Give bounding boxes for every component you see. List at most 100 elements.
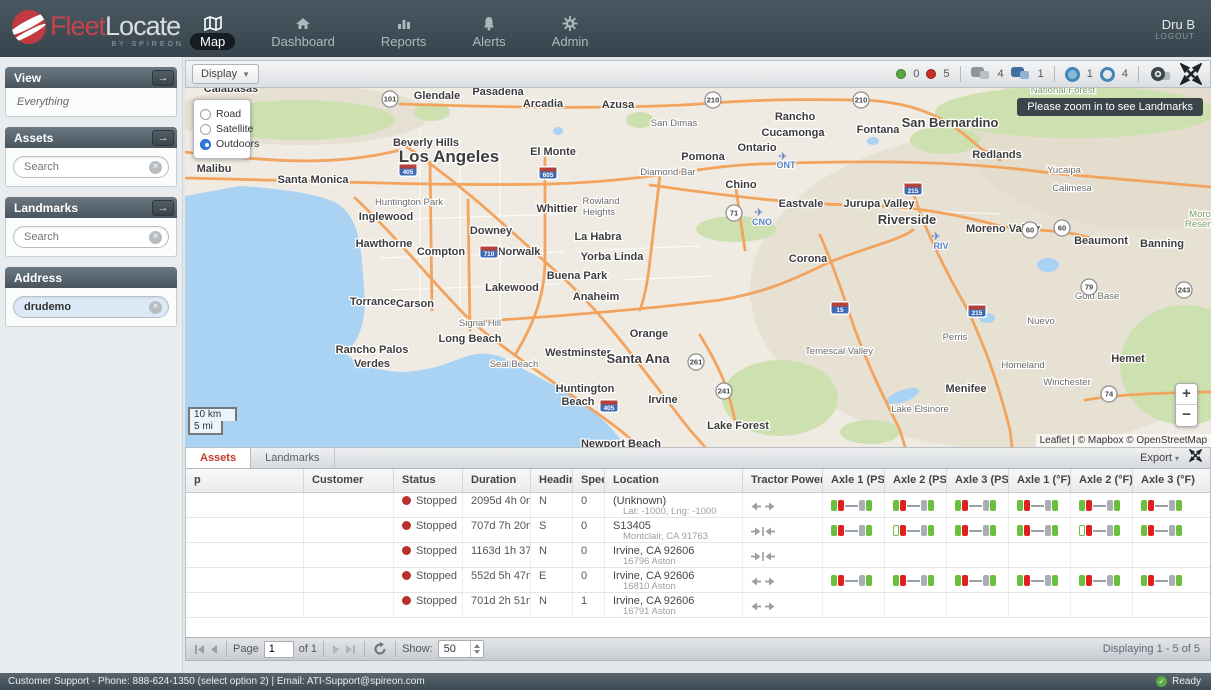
column-header-axle1-psi[interactable]: Axle 1 (PSI) <box>823 469 885 492</box>
zoom-in-button[interactable]: + <box>1176 384 1197 405</box>
cell-axle1-f <box>1009 493 1071 517</box>
landmarks-search-clear-icon[interactable]: × <box>149 231 162 244</box>
column-header-customer[interactable]: Customer <box>304 469 394 492</box>
asset-status-green-icon[interactable] <box>896 69 906 79</box>
first-page-button[interactable] <box>194 644 205 655</box>
column-header-axle3-f[interactable]: Axle 3 (°F) <box>1133 469 1210 492</box>
axle-indicator <box>1017 575 1058 586</box>
cell-heading: N <box>531 493 573 517</box>
nav-item-dashboard[interactable]: Dashboard <box>261 8 345 50</box>
page-size-select[interactable]: 50 <box>438 640 484 658</box>
locate-target-icon[interactable] <box>1149 65 1173 83</box>
assets-panel-expand-arrow-icon[interactable]: → <box>152 130 174 146</box>
table-row[interactable]: Stopped1163d 1h 37mN0Irvine, CA 92606167… <box>186 543 1210 568</box>
fullscreen-expand-icon[interactable] <box>1180 63 1202 85</box>
landmark-filled-icon[interactable] <box>1065 67 1080 82</box>
address-clear-icon[interactable]: × <box>149 301 162 314</box>
pagination-separator <box>364 641 365 657</box>
spinner-arrows-icon[interactable] <box>470 641 483 657</box>
tab-assets[interactable]: Assets <box>186 448 251 468</box>
table-row[interactable]: Stopped701d 2h 51mN1Irvine, CA 926061679… <box>186 593 1210 618</box>
cell-speed: 0 <box>573 543 605 567</box>
last-page-button[interactable] <box>345 644 356 655</box>
radio-satellite-icon[interactable] <box>200 124 211 135</box>
landmark-ring-icon[interactable] <box>1100 67 1115 82</box>
view-panel-expand-arrow-icon[interactable]: → <box>152 70 174 86</box>
view-selected-value[interactable]: Everything <box>13 96 169 108</box>
axle-indicator <box>893 575 934 586</box>
fleetlocate-logo[interactable]: Fleet Locate BY SPIREON <box>12 10 184 48</box>
column-header-location[interactable]: Location <box>605 469 743 492</box>
column-header-name[interactable]: p <box>186 469 304 492</box>
cell-tractor-power <box>743 593 823 617</box>
svg-text:215: 215 <box>972 310 983 317</box>
nav-item-reports[interactable]: Reports <box>371 8 437 50</box>
map-place-label: Long Beach <box>439 333 502 345</box>
landmarks-search-input[interactable] <box>24 231 149 243</box>
nav-item-map[interactable]: Map <box>190 8 235 50</box>
map-place-label: Hawthorne <box>356 238 413 250</box>
route-shield: 261 <box>688 354 704 370</box>
layer-option-road[interactable]: Road <box>200 108 244 120</box>
assets-search-input[interactable] <box>24 161 149 173</box>
radio-outdoors-icon[interactable] <box>200 139 211 150</box>
radio-road-icon[interactable] <box>200 109 211 120</box>
landmarks-panel-expand-arrow-icon[interactable]: → <box>152 200 174 216</box>
layer-option-outdoors[interactable]: Outdoors <box>200 138 244 150</box>
grid-collapse-icon[interactable] <box>1189 449 1202 467</box>
cell-customer <box>304 568 394 592</box>
map-place-label: Verdes <box>354 358 390 370</box>
map-place-label: Calabasas <box>204 88 258 95</box>
table-row[interactable]: Stopped707d 7h 20mS0S13405Montclair, CA … <box>186 518 1210 543</box>
logout-link[interactable]: LOGOUT <box>1155 32 1195 41</box>
asset-status-red-icon[interactable] <box>926 69 936 79</box>
zoom-out-button[interactable]: − <box>1176 405 1197 426</box>
address-input[interactable] <box>24 301 149 313</box>
column-header-status[interactable]: Status <box>394 469 463 492</box>
user-name[interactable]: Dru B <box>1155 17 1195 32</box>
refresh-icon[interactable] <box>373 642 387 656</box>
column-header-tractor-power[interactable]: Tractor Power <box>743 469 823 492</box>
page-size-value: 50 <box>439 643 470 655</box>
cluster-gray-icon[interactable] <box>971 67 991 81</box>
assets-search-clear-icon[interactable]: × <box>149 161 162 174</box>
column-header-axle2-f[interactable]: Axle 2 (°F) <box>1071 469 1133 492</box>
cluster-blue-icon[interactable] <box>1011 67 1031 81</box>
airport-plane-icon: ✈ <box>931 231 940 243</box>
cell-name <box>186 543 304 567</box>
map-canvas[interactable]: CalabasasGlendalePasadenaArcadiaAzusaSan… <box>185 88 1211 447</box>
column-header-axle1-f[interactable]: Axle 1 (°F) <box>1009 469 1071 492</box>
nav-item-alerts[interactable]: Alerts <box>462 8 515 50</box>
table-row[interactable]: Stopped552d 5h 47mE0Irvine, CA 926061681… <box>186 568 1210 593</box>
tab-landmarks[interactable]: Landmarks <box>251 448 334 468</box>
layer-option-satellite[interactable]: Satellite <box>200 123 244 135</box>
column-header-speed[interactable]: Speed <box>573 469 605 492</box>
axle-indicator <box>1079 525 1120 536</box>
toolbar-separator <box>1054 66 1055 82</box>
status-dot-icon <box>402 521 411 530</box>
table-row[interactable]: Stopped2095d 4h 0mN0(Unknown)Lat: -1000,… <box>186 493 1210 518</box>
cell-axle1-f <box>1009 518 1071 542</box>
cell-axle2-psi <box>885 493 947 517</box>
svg-text:71: 71 <box>730 209 738 218</box>
route-shield: 60 <box>1022 222 1038 238</box>
cluster-gray-count: 4 <box>998 68 1004 80</box>
next-page-button[interactable] <box>332 644 341 655</box>
page-number-input[interactable] <box>264 641 294 658</box>
prev-page-button[interactable] <box>209 644 218 655</box>
column-header-axle3-psi[interactable]: Axle 3 (PSI) <box>947 469 1009 492</box>
column-header-heading[interactable]: Heading <box>531 469 573 492</box>
cell-location: Irvine, CA 9260616796 Aston <box>605 543 743 567</box>
column-header-axle2-psi[interactable]: Axle 2 (PSI) <box>885 469 947 492</box>
display-dropdown-button[interactable]: Display ▼ <box>192 64 259 84</box>
map-attribution[interactable]: Leaflet | © Mapbox © OpenStreetMap <box>1036 434 1211 447</box>
column-header-duration[interactable]: Duration <box>463 469 531 492</box>
map-place-label: Winchester <box>1043 377 1091 388</box>
export-button[interactable]: Export ▾ <box>1140 452 1179 464</box>
status-text: Stopped <box>416 570 457 582</box>
map-place-label: San Dimas <box>651 118 698 129</box>
nav-item-admin[interactable]: Admin <box>542 8 599 50</box>
map-place-label: Temescal Valley <box>805 346 873 357</box>
map-toolbar: Display ▼ 0 5 4 1 1 4 <box>185 60 1211 88</box>
map-place-label: Santa Monica <box>278 174 350 186</box>
